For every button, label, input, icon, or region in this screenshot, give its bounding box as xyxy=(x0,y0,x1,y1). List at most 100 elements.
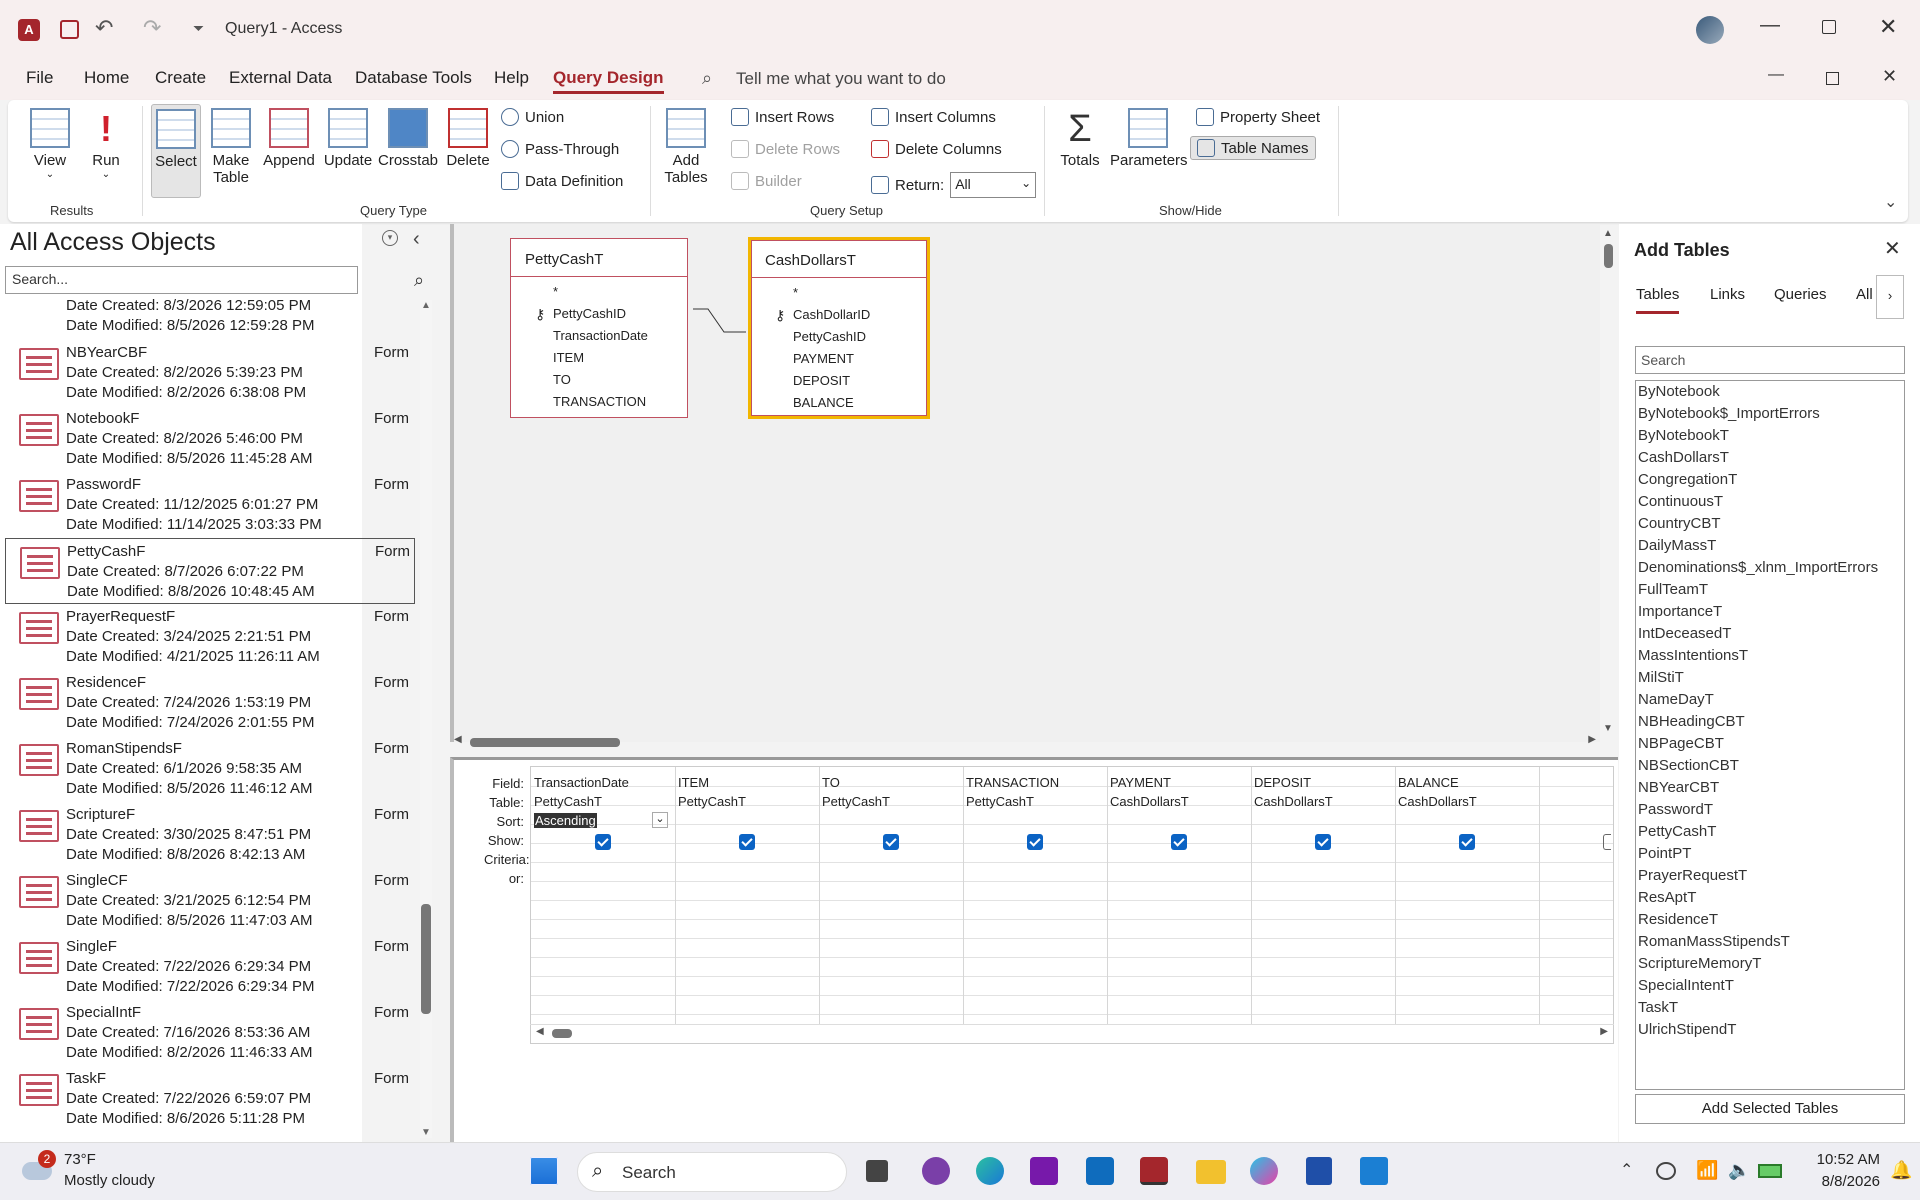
volume-icon[interactable]: 🔈 xyxy=(1728,1160,1750,1181)
table-field[interactable]: * xyxy=(751,282,927,304)
app-icon[interactable] xyxy=(1360,1157,1388,1185)
table-list-item[interactable]: CongregationT xyxy=(1638,471,1737,488)
run-button[interactable]: ! Run ⌄ xyxy=(84,108,128,180)
select-button[interactable]: Select xyxy=(151,104,201,198)
table-title[interactable]: PettyCashT xyxy=(511,239,687,277)
scroll-down-icon[interactable]: ▼ xyxy=(1600,723,1616,734)
table-field[interactable]: PettyCashID xyxy=(751,326,927,348)
list-item[interactable]: SingleF Date Created: 7/22/2026 6:29:34 P… xyxy=(5,934,415,1000)
table-list-item[interactable]: ScriptureMemoryT xyxy=(1638,955,1761,972)
show-checkbox[interactable] xyxy=(739,834,755,850)
table-list-item[interactable]: PettyCashT xyxy=(1638,823,1716,840)
list-item[interactable]: NotebookF Date Created: 8/2/2026 5:46:00 … xyxy=(5,406,415,472)
undo-icon[interactable]: ↶ xyxy=(95,15,113,41)
grid-sort-cell[interactable]: Ascending xyxy=(534,813,597,828)
table-list-item[interactable]: PointPT xyxy=(1638,845,1691,862)
list-item[interactable]: PasswordF Date Created: 11/12/2025 6:01:2… xyxy=(5,472,415,538)
scroll-right-icon[interactable]: ▶ xyxy=(1588,734,1596,745)
table-list-item[interactable]: MassIntentionsT xyxy=(1638,647,1748,664)
relationship-line[interactable] xyxy=(688,300,752,340)
nav-scrollbar[interactable]: ▲ ▼ xyxy=(420,300,432,1138)
tabs-more-button[interactable]: › xyxy=(1876,275,1904,319)
list-item[interactable]: RomanStipendsF Date Created: 6/1/2026 9:5… xyxy=(5,736,415,802)
design-hscroll[interactable]: ◀ ▶ xyxy=(454,734,1600,750)
bell-icon[interactable]: 🔔 xyxy=(1890,1160,1912,1181)
table-list-item[interactable]: CashDollarsT xyxy=(1638,449,1729,466)
table-list-item[interactable]: ByNotebookT xyxy=(1638,427,1729,444)
minimize-button[interactable]: — xyxy=(1760,14,1780,37)
add-selected-tables-button[interactable]: Add Selected Tables xyxy=(1635,1094,1905,1124)
onenote-icon[interactable] xyxy=(922,1157,950,1185)
table-field[interactable]: TO xyxy=(511,369,687,391)
task-view-icon[interactable] xyxy=(866,1160,888,1182)
table-list-item[interactable]: NBYearCBT xyxy=(1638,779,1719,796)
table-list-item[interactable]: NBPageCBT xyxy=(1638,735,1724,752)
weather-widget[interactable]: 2 73°F Mostly cloudy xyxy=(20,1150,170,1194)
scroll-left-icon[interactable]: ◀ xyxy=(454,734,462,745)
list-item[interactable]: PettyCashF Date Created: 8/7/2026 6:07:22… xyxy=(5,538,415,604)
table-names-button[interactable]: Table Names xyxy=(1190,136,1316,160)
table-list-item[interactable]: CountryCBT xyxy=(1638,515,1721,532)
avatar[interactable] xyxy=(1696,16,1724,44)
outlook-icon[interactable] xyxy=(1086,1157,1114,1185)
list-item[interactable]: ResidenceF Date Created: 7/24/2026 1:53:1… xyxy=(5,670,415,736)
save-icon[interactable] xyxy=(60,20,79,39)
table-field[interactable]: BALANCE xyxy=(751,392,927,414)
table-list-item[interactable]: ResidenceT xyxy=(1638,911,1718,928)
show-checkbox[interactable] xyxy=(595,834,611,850)
edge-icon[interactable] xyxy=(976,1157,1004,1185)
parameters-button[interactable]: Parameters xyxy=(1110,108,1188,169)
table-list-item[interactable]: NBHeadingCBT xyxy=(1638,713,1745,730)
scroll-up-icon[interactable]: ▲ xyxy=(1600,228,1616,239)
table-pettycasht[interactable]: PettyCashT * ⚷ PettyCashID TransactionDate I… xyxy=(510,238,688,418)
scroll-right-icon[interactable]: ▶ xyxy=(1600,1026,1608,1037)
table-field[interactable]: ⚷ PettyCashID xyxy=(511,303,687,325)
tab-all[interactable]: All xyxy=(1856,286,1873,303)
add-tables-search-input[interactable]: Search xyxy=(1635,346,1905,374)
make-table-button[interactable]: Make Table xyxy=(208,108,254,186)
show-checkbox[interactable] xyxy=(1459,834,1475,850)
table-list-item[interactable]: ByNotebook xyxy=(1638,383,1720,400)
grid-field-cell[interactable]: BALANCE xyxy=(1398,775,1459,790)
table-field[interactable]: TransactionDate xyxy=(511,325,687,347)
table-list-item[interactable]: SpecialIntentT xyxy=(1638,977,1734,994)
grid-table-cell[interactable]: CashDollarsT xyxy=(1398,794,1477,809)
show-checkbox[interactable] xyxy=(1315,834,1331,850)
scroll-thumb[interactable] xyxy=(421,904,431,1014)
onenote-app-icon[interactable] xyxy=(1030,1157,1058,1185)
data-definition-button[interactable]: Data Definition xyxy=(501,172,623,190)
show-checkbox[interactable] xyxy=(1603,834,1611,850)
list-item[interactable]: TaskF Date Created: 7/22/2026 6:59:07 PM D… xyxy=(5,1066,415,1132)
list-item[interactable]: PrayerRequestF Date Created: 3/24/2025 2:… xyxy=(5,604,415,670)
clock-time[interactable]: 10:52 AM xyxy=(1800,1151,1880,1168)
customize-toolbar-icon[interactable]: ⏷ xyxy=(193,20,204,37)
view-button[interactable]: View ⌄ xyxy=(30,108,70,180)
table-field[interactable]: * xyxy=(511,281,687,303)
table-list-item[interactable]: MilStiT xyxy=(1638,669,1684,686)
access-taskbar-icon[interactable] xyxy=(1140,1157,1168,1185)
grid-table-cell[interactable]: PettyCashT xyxy=(678,794,746,809)
scroll-thumb[interactable] xyxy=(470,738,620,747)
grid-table-cell[interactable]: CashDollarsT xyxy=(1254,794,1333,809)
file-explorer-icon[interactable] xyxy=(1196,1160,1226,1184)
show-checkbox[interactable] xyxy=(1027,834,1043,850)
menu-external-data[interactable]: External Data xyxy=(229,68,332,88)
table-field[interactable]: TRANSACTION xyxy=(511,391,687,413)
menu-help[interactable]: Help xyxy=(494,68,529,88)
grid-field-cell[interactable]: ITEM xyxy=(678,775,709,790)
union-button[interactable]: Union xyxy=(501,108,564,126)
network-status-icon[interactable] xyxy=(1656,1162,1676,1180)
grid-table-cell[interactable]: PettyCashT xyxy=(966,794,1034,809)
grid-field-cell[interactable]: PAYMENT xyxy=(1110,775,1171,790)
add-tables-button[interactable]: Add Tables xyxy=(662,108,710,186)
scroll-left-icon[interactable]: ◀ xyxy=(536,1026,544,1037)
clock-date[interactable]: 8/8/2026 xyxy=(1800,1173,1880,1190)
table-title[interactable]: CashDollarsT xyxy=(751,240,927,278)
insert-rows-button[interactable]: Insert Rows xyxy=(731,108,834,126)
menu-query-design[interactable]: Query Design xyxy=(553,68,664,94)
list-item[interactable]: TeamF Form xyxy=(5,1132,415,1138)
scroll-thumb[interactable] xyxy=(552,1029,572,1038)
copilot-icon[interactable] xyxy=(1250,1157,1278,1185)
table-list-item[interactable]: PrayerRequestT xyxy=(1638,867,1747,884)
tab-tables[interactable]: Tables xyxy=(1636,286,1680,314)
